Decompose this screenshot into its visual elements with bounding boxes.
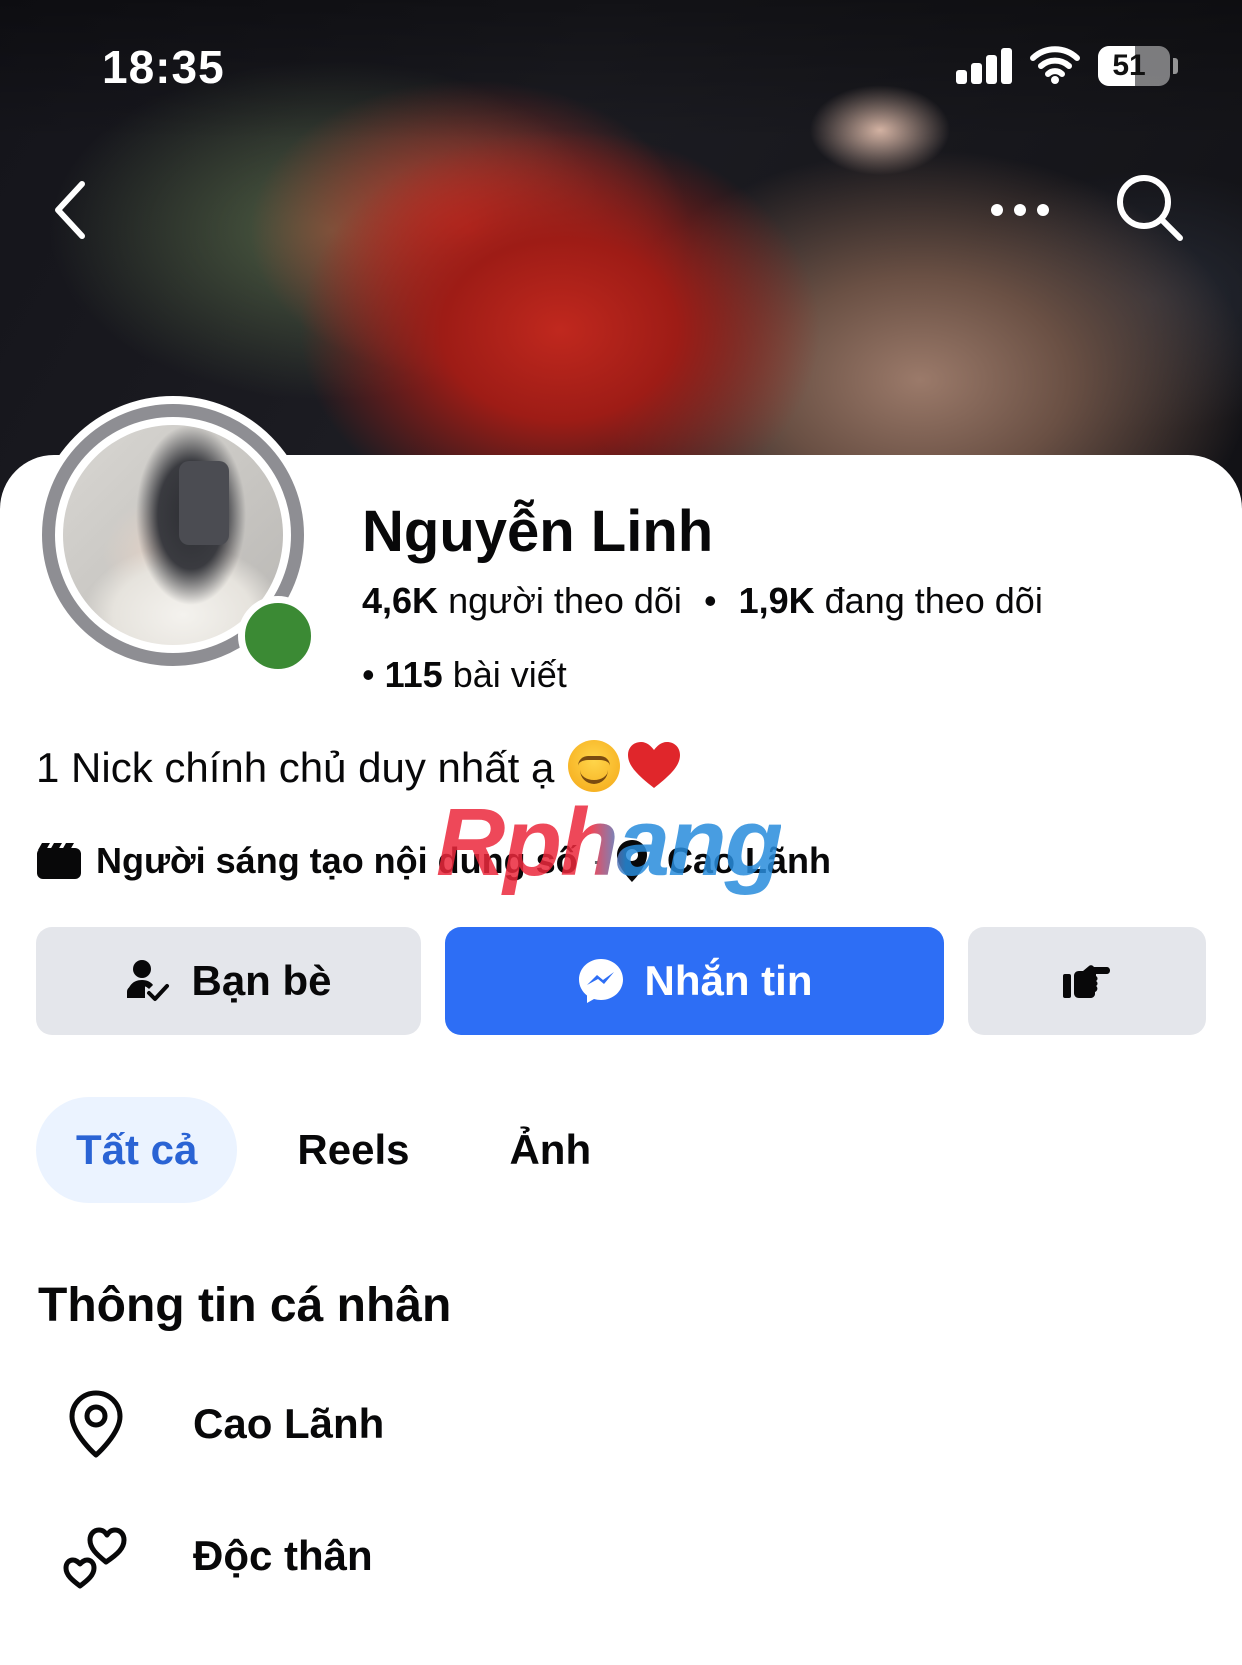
battery-level: 51 [1112, 49, 1146, 82]
messenger-icon [578, 959, 623, 1003]
profile-posts-stat: • 115 bài viết [362, 654, 567, 696]
red-heart-emoji-icon [628, 742, 681, 788]
status-bar: 18:35 51 [0, 0, 1242, 140]
friends-button-label: Bạn bè [191, 957, 332, 1004]
chevron-left-icon [55, 181, 85, 239]
cellular-signal-icon [956, 48, 1012, 84]
clapperboard-icon [37, 843, 81, 879]
stats-separator: • [362, 654, 375, 695]
friend-check-icon [127, 960, 170, 1001]
search-icon [1117, 175, 1183, 241]
profile-name: Nguyễn Linh [362, 499, 714, 564]
following-label[interactable]: đang theo dõi [825, 580, 1043, 621]
more-options-button[interactable] [980, 180, 1060, 240]
profile-tabs: Tất cả Reels Ảnh [36, 1097, 631, 1203]
wifi-icon [1030, 44, 1080, 89]
message-button[interactable]: Nhắn tin [445, 927, 944, 1035]
avatar-phone-shape [179, 461, 229, 545]
tab-reels[interactable]: Reels [257, 1097, 449, 1203]
info-relationship-label: Độc thân [193, 1532, 373, 1579]
battery-tip [1173, 58, 1178, 74]
hearts-icon [56, 1522, 136, 1590]
ellipsis-icon [991, 204, 1049, 216]
following-count[interactable]: 1,9K [739, 580, 815, 621]
profile-bio: 1 Nick chính chủ duy nhất ạ [36, 740, 682, 792]
stats-separator: • [703, 580, 717, 621]
info-location-label: Cao Lãnh [193, 1400, 385, 1447]
back-button[interactable] [40, 170, 100, 250]
status-time: 18:35 [102, 41, 225, 93]
tab-photos[interactable]: Ảnh [469, 1097, 631, 1203]
message-button-label: Nhắn tin [644, 957, 813, 1004]
profile-stats: 4,6K người theo dõi • 1,9K đang theo dõi [362, 580, 1043, 622]
personal-info-title: Thông tin cá nhân [38, 1279, 452, 1332]
tab-all[interactable]: Tất cả [36, 1097, 238, 1203]
smiling-face-emoji-icon [568, 740, 621, 792]
posts-label: bài viết [452, 654, 567, 695]
bio-text: 1 Nick chính chủ duy nhất ạ [36, 744, 555, 791]
watermark-logo: Rphang [436, 789, 783, 896]
posts-count: 115 [384, 654, 443, 695]
followers-count[interactable]: 4,6K [362, 580, 438, 621]
online-status-indicator [238, 596, 318, 676]
battery-icon: 51 [1098, 46, 1170, 86]
poke-hand-icon [1063, 965, 1110, 998]
poke-button[interactable] [968, 927, 1206, 1035]
friends-button[interactable]: Bạn bè [36, 927, 421, 1035]
location-pin-outline-icon [56, 1389, 136, 1459]
search-button[interactable] [1110, 168, 1190, 248]
followers-label[interactable]: người theo dõi [448, 580, 682, 621]
